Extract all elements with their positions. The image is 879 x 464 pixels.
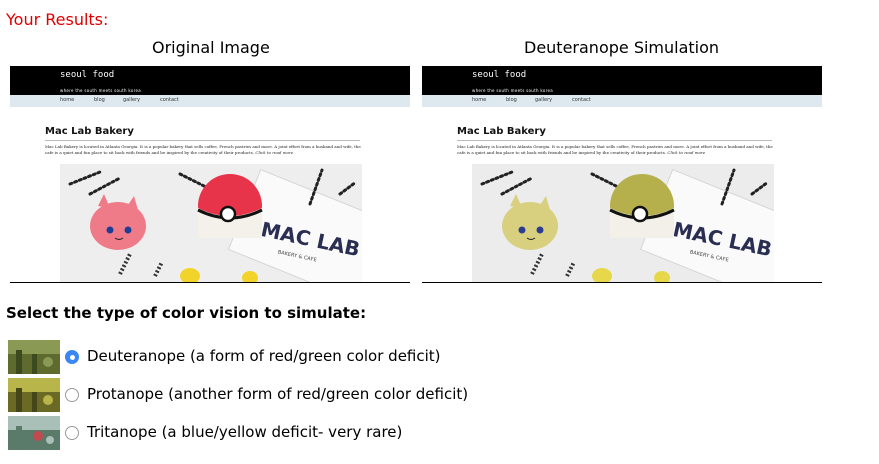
site-tagline: where the south meets south korea: [472, 88, 554, 93]
deuteranope-radio[interactable]: [65, 350, 79, 364]
option-tritanope[interactable]: Tritanope (a blue/yellow deficit- very r…: [8, 416, 468, 454]
site-tagline: where the south meets south korea: [60, 88, 142, 93]
read-more-link: Click to read more: [667, 150, 706, 155]
option-deuteranope[interactable]: Deuteranope (a form of red/green color d…: [8, 340, 468, 378]
option-protanope[interactable]: Protanope (another form of red/green col…: [8, 378, 468, 416]
nav-contact: contact: [160, 97, 179, 103]
bakery-photo-simulated: MAC LAB BAKERY & CAFE: [472, 164, 774, 282]
site-brand: seoul food: [60, 70, 115, 80]
deuteranope-thumbnail: [8, 340, 60, 374]
protanope-radio[interactable]: [65, 388, 79, 402]
tritanope-radio[interactable]: [65, 426, 79, 440]
deuteranope-simulation-preview: seoul food where the south meets south k…: [422, 66, 822, 283]
tritanope-label[interactable]: Tritanope (a blue/yellow deficit- very r…: [87, 423, 402, 441]
original-image-preview: seoul food where the south meets south k…: [10, 66, 410, 283]
site-header: seoul food where the south meets south k…: [422, 66, 822, 95]
read-more-link: Click to read more: [255, 150, 294, 155]
nav-home: home: [472, 97, 487, 103]
page-heading: Mac Lab Bakery: [457, 126, 546, 137]
original-image-title: Original Image: [152, 38, 270, 57]
nav-contact: contact: [572, 97, 591, 103]
page-divider: [457, 140, 772, 141]
site-brand: seoul food: [472, 70, 527, 80]
site-header: seoul food where the south meets south k…: [10, 66, 410, 95]
nav-home: home: [60, 97, 75, 103]
deuteranope-label[interactable]: Deuteranope (a form of red/green color d…: [87, 347, 441, 365]
nav-blog: blog: [94, 97, 105, 103]
results-heading: Your Results:: [6, 10, 109, 29]
nav-gallery: gallery: [535, 97, 553, 103]
site-nav: home blog gallery contact: [422, 95, 822, 107]
simulation-title: Deuteranope Simulation: [524, 38, 720, 57]
page-heading: Mac Lab Bakery: [45, 126, 134, 137]
bakery-photo: MAC LAB BAKERY & CAFE: [60, 164, 362, 282]
simulation-type-question: Select the type of color vision to simul…: [6, 304, 367, 322]
nav-blog: blog: [506, 97, 517, 103]
site-nav: home blog gallery contact: [10, 95, 410, 107]
protanope-label[interactable]: Protanope (another form of red/green col…: [87, 385, 468, 403]
page-divider: [45, 140, 360, 141]
page-body: Mac Lab Bakery is located in Atlanta Geo…: [45, 144, 361, 155]
page-body: Mac Lab Bakery is located in Atlanta Geo…: [457, 144, 773, 155]
protanope-thumbnail: [8, 378, 60, 412]
tritanope-thumbnail: [8, 416, 60, 450]
nav-gallery: gallery: [123, 97, 141, 103]
